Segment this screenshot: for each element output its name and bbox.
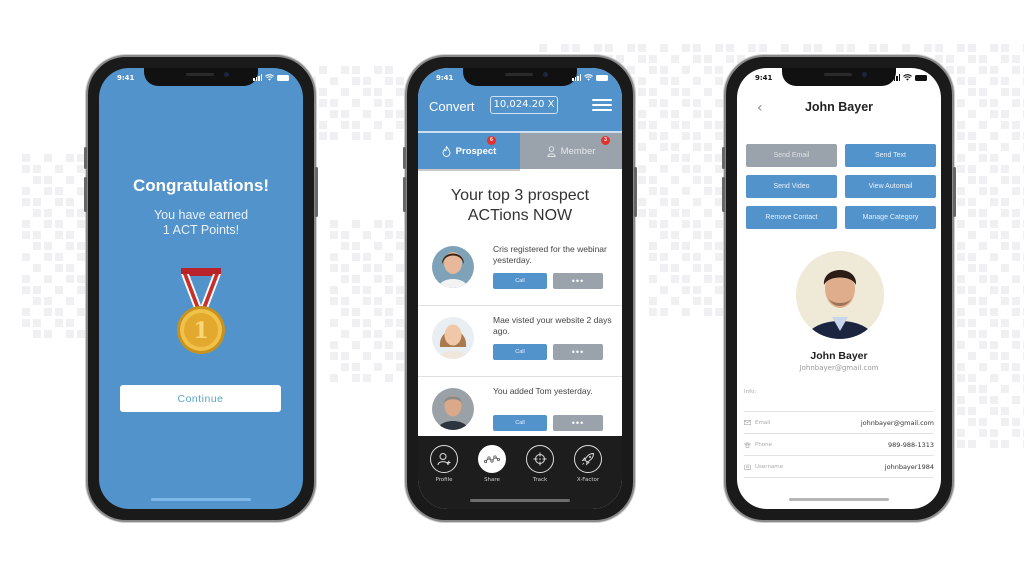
- send-email-button[interactable]: Send Email: [746, 144, 837, 167]
- status-time: 9:41: [117, 74, 135, 82]
- bottom-nav: Profile Share Track X-Factor: [418, 436, 622, 509]
- tab-prospect[interactable]: Prospect 6: [418, 133, 520, 169]
- divider: [744, 477, 934, 478]
- status-bar: 9:41: [99, 72, 303, 86]
- avatar-mae: [432, 317, 474, 359]
- subtitle-line-2: 1 ACT Points!: [162, 223, 240, 237]
- tab-bar: Prospect 6 Member 3: [418, 131, 622, 169]
- more-options-button[interactable]: •••: [553, 344, 603, 360]
- heading-line-2: ACTions NOW: [467, 207, 573, 224]
- contact-actions: Send Email Send Text Send Video View Aut…: [746, 144, 936, 229]
- person-icon: [546, 145, 556, 157]
- actions-heading: Your top 3 prospect ACTions NOW: [418, 186, 622, 226]
- info-key: Phone: [755, 441, 773, 448]
- action-text: Mae visted your website 2 days ago.: [493, 315, 612, 336]
- wifi-icon: [265, 74, 274, 81]
- svg-text:1: 1: [193, 318, 208, 344]
- nav-track[interactable]: Track: [520, 445, 560, 483]
- notification-badge: 3: [601, 136, 610, 145]
- tab-label: Prospect: [455, 145, 497, 157]
- battery-icon: [915, 74, 927, 81]
- subtitle-line-1: You have earned: [153, 208, 249, 222]
- contact-avatar: [796, 251, 884, 339]
- info-row-email: Email johnbayer@gmail.com: [744, 411, 934, 433]
- crosshair-icon: [533, 452, 547, 466]
- status-time: 9:41: [755, 74, 773, 82]
- call-button[interactable]: Call: [493, 344, 547, 360]
- hamburger-menu-icon[interactable]: [592, 99, 612, 111]
- points-balance[interactable]: 10,024.20 X: [490, 96, 558, 114]
- signal-icon: [253, 74, 262, 81]
- nav-x-factor[interactable]: X-Factor: [568, 445, 608, 483]
- tab-label: Member: [560, 145, 596, 157]
- action-item: Mae visted your website 2 days ago. Call…: [418, 307, 622, 377]
- manage-category-button[interactable]: Manage Category: [845, 206, 936, 229]
- info-label: Info:: [744, 389, 757, 395]
- action-item: Cris registered for the webinar yesterda…: [418, 236, 622, 306]
- contact-name: John Bayer: [810, 350, 868, 362]
- nav-profile[interactable]: Profile: [424, 445, 464, 483]
- contact-email: Johnbayer@gmail.com: [799, 364, 879, 372]
- prospects-screen: Convert 10,024.20 X 9:41 Prospect 6 Memb…: [418, 68, 622, 509]
- info-key: Username: [755, 463, 784, 470]
- send-text-button[interactable]: Send Text: [845, 144, 936, 167]
- phone-congratulations: 9:41 Congratulations! You have earned 1 …: [84, 55, 318, 522]
- continue-button[interactable]: Continue: [120, 385, 281, 412]
- user-badge-icon: [744, 464, 751, 470]
- share-network-icon: [484, 455, 500, 464]
- signal-icon: [891, 74, 900, 81]
- wifi-icon: [903, 74, 912, 81]
- call-button[interactable]: Call: [493, 415, 547, 431]
- phone-icon: [744, 442, 751, 448]
- info-row-phone: Phone 989-988-1313: [744, 433, 934, 455]
- signal-icon: [572, 74, 581, 81]
- nav-label: X-Factor: [576, 477, 600, 483]
- home-indicator[interactable]: [789, 498, 889, 501]
- nav-label: Share: [484, 477, 500, 483]
- info-row-username: Username johnbayer1984: [744, 455, 934, 477]
- nav-share[interactable]: Share: [472, 445, 512, 483]
- action-text: You added Tom yesterday.: [493, 386, 593, 396]
- more-options-button[interactable]: •••: [553, 415, 603, 431]
- info-value[interactable]: johnbayer@gmail.com: [861, 419, 934, 427]
- phone-prospects: Convert 10,024.20 X 9:41 Prospect 6 Memb…: [403, 55, 637, 522]
- notification-badge: 6: [487, 136, 496, 145]
- wifi-icon: [584, 74, 593, 81]
- call-button[interactable]: Call: [493, 273, 547, 289]
- action-text: Cris registered for the webinar yesterda…: [493, 244, 607, 265]
- status-time: 9:41: [436, 74, 454, 82]
- info-key: Email: [755, 419, 771, 426]
- tab-member[interactable]: Member 3: [520, 133, 622, 169]
- phone-contact-detail: 9:41 ‹ John Bayer Send Email Send Text S…: [722, 55, 956, 522]
- more-options-button[interactable]: •••: [553, 273, 603, 289]
- send-video-button[interactable]: Send Video: [746, 175, 837, 198]
- nav-label: Track: [532, 477, 548, 483]
- status-bar: 9:41: [418, 72, 622, 86]
- congrats-screen: 9:41 Congratulations! You have earned 1 …: [99, 68, 303, 509]
- nav-label: Profile: [435, 477, 453, 483]
- info-value[interactable]: 989-988-1313: [888, 441, 934, 449]
- remove-contact-button[interactable]: Remove Contact: [746, 206, 837, 229]
- status-bar: 9:41: [737, 72, 941, 86]
- info-value[interactable]: johnbayer1984: [885, 463, 934, 471]
- envelope-icon: [744, 420, 751, 425]
- view-automail-button[interactable]: View Automail: [845, 175, 936, 198]
- avatar-cris: [432, 246, 474, 288]
- congrats-title: Congratulations!: [133, 176, 269, 195]
- rocket-icon: [581, 452, 595, 466]
- battery-icon: [596, 74, 608, 81]
- congrats-subtitle: You have earned 1 ACT Points!: [99, 208, 303, 238]
- add-user-icon: [437, 453, 451, 466]
- contact-title: John Bayer: [804, 100, 874, 114]
- contact-screen: 9:41 ‹ John Bayer Send Email Send Text S…: [737, 68, 941, 509]
- battery-icon: [277, 74, 289, 81]
- flame-icon: [442, 145, 451, 157]
- avatar-tom: [432, 388, 474, 430]
- home-indicator[interactable]: [151, 498, 251, 501]
- heading-line-1: Your top 3 prospect: [450, 187, 590, 204]
- gold-medal-icon: 1: [177, 268, 225, 354]
- app-brand: Convert: [429, 99, 475, 114]
- home-indicator[interactable]: [470, 499, 570, 502]
